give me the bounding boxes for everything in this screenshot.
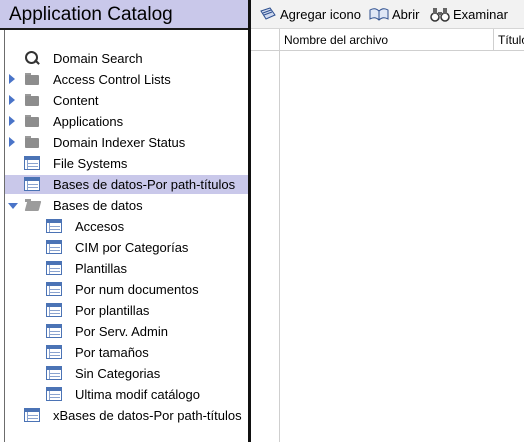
examine-button[interactable]: Examinar: [430, 0, 520, 28]
tree-node[interactable]: Accesos: [5, 217, 248, 236]
open-book-icon: [369, 6, 389, 22]
column-header-title[interactable]: Título: [494, 29, 524, 50]
folder-icon: [24, 72, 40, 86]
folder-icon: [24, 135, 40, 149]
tree-node[interactable]: Por Serv. Admin: [5, 322, 248, 341]
tree-node[interactable]: Access Control Lists: [5, 70, 248, 89]
tree-node[interactable]: Applications: [5, 112, 248, 131]
table-icon: [46, 387, 62, 401]
column-header-label: Nombre del archivo: [284, 33, 389, 47]
add-icon-label: Agregar icono: [280, 7, 361, 22]
tree-node[interactable]: Plantillas: [5, 259, 248, 278]
tree-node[interactable]: Por plantillas: [5, 301, 248, 320]
binoculars-icon: [430, 6, 450, 22]
table-icon: [46, 345, 62, 359]
tree-node-label: Sin Categorias: [75, 366, 161, 381]
table-icon: [46, 303, 62, 317]
open-label: Abrir: [392, 7, 420, 22]
row-gutter: [251, 51, 280, 442]
tree-node[interactable]: Bases de datos: [5, 196, 248, 215]
table-icon: [46, 282, 62, 296]
tree-node-label: Por tamaños: [75, 345, 149, 360]
tree-node-label: Por plantillas: [75, 303, 150, 318]
chevron-right-icon[interactable]: [9, 74, 15, 84]
tree-node-label: CIM por Categorías: [75, 240, 189, 255]
table-icon: [46, 219, 62, 233]
chevron-down-icon[interactable]: [8, 203, 18, 209]
row-selector-header: [251, 29, 280, 50]
tree-node[interactable]: Por tamaños: [5, 343, 248, 362]
tree-node-label: Por Serv. Admin: [75, 324, 168, 339]
tree-node-label: Bases de datos-Por path-títulos: [53, 177, 236, 192]
add-icon-icon: [259, 6, 277, 22]
tree-node[interactable]: Bases de datos-Por path-títulos: [5, 175, 248, 194]
toolbar: Agregar icono Abrir Examinar: [251, 0, 524, 29]
tree-node-label: Por num documentos: [75, 282, 199, 297]
tree-node[interactable]: Ultima modif catálogo: [5, 385, 248, 404]
tree-node-label: xBases de datos-Por path-títulos: [53, 408, 242, 423]
pane-title: Application Catalog: [9, 4, 173, 25]
tree-node[interactable]: Domain Search: [5, 49, 248, 68]
chevron-right-icon[interactable]: [9, 137, 15, 147]
tree-node-label: Access Control Lists: [53, 72, 171, 87]
tree-node-label: Applications: [53, 114, 124, 129]
content-pane: Agregar icono Abrir Examinar Nombre del …: [251, 0, 524, 442]
tree-node-label: Ultima modif catálogo: [75, 387, 200, 402]
open-button[interactable]: Abrir: [369, 0, 421, 28]
table-icon: [46, 366, 62, 380]
column-header-label: Título: [498, 33, 524, 47]
navigation-pane: Application Catalog Domain Search Access …: [0, 0, 248, 442]
chevron-right-icon[interactable]: [9, 95, 15, 105]
pane-header: Application Catalog: [0, 0, 248, 30]
folder-open-icon: [24, 198, 42, 212]
folder-icon: [24, 93, 40, 107]
table-icon: [24, 156, 40, 170]
tree-node-label: Plantillas: [75, 261, 128, 276]
tree-node-label: Bases de datos: [53, 198, 143, 213]
folder-icon: [24, 114, 40, 128]
tree-node[interactable]: Domain Indexer Status: [5, 133, 248, 152]
grid-header: Nombre del archivo Título: [251, 29, 524, 51]
file-grid[interactable]: [251, 51, 524, 442]
tree-node[interactable]: Sin Categorias: [5, 364, 248, 383]
examine-label: Examinar: [453, 7, 508, 22]
tree-node[interactable]: Por num documentos: [5, 280, 248, 299]
table-icon: [46, 261, 62, 275]
tree-node-label: Content: [53, 93, 99, 108]
tree-node[interactable]: File Systems: [5, 154, 248, 173]
column-header-filename[interactable]: Nombre del archivo: [280, 29, 494, 50]
tree-node-label: Domain Search: [53, 51, 143, 66]
table-icon: [46, 240, 62, 254]
table-icon: [24, 408, 40, 422]
tree-node-label: Domain Indexer Status: [53, 135, 186, 150]
tree-node[interactable]: xBases de datos-Por path-títulos: [5, 406, 248, 425]
tree-node[interactable]: CIM por Categorías: [5, 238, 248, 257]
tree-node[interactable]: Content: [5, 91, 248, 110]
table-icon: [46, 324, 62, 338]
chevron-right-icon[interactable]: [9, 116, 15, 126]
table-icon: [24, 177, 40, 191]
tree-node-label: Accesos: [75, 219, 125, 234]
add-icon-button[interactable]: Agregar icono: [259, 0, 364, 28]
tree-node-label: File Systems: [53, 156, 128, 171]
search-icon: [24, 51, 40, 65]
